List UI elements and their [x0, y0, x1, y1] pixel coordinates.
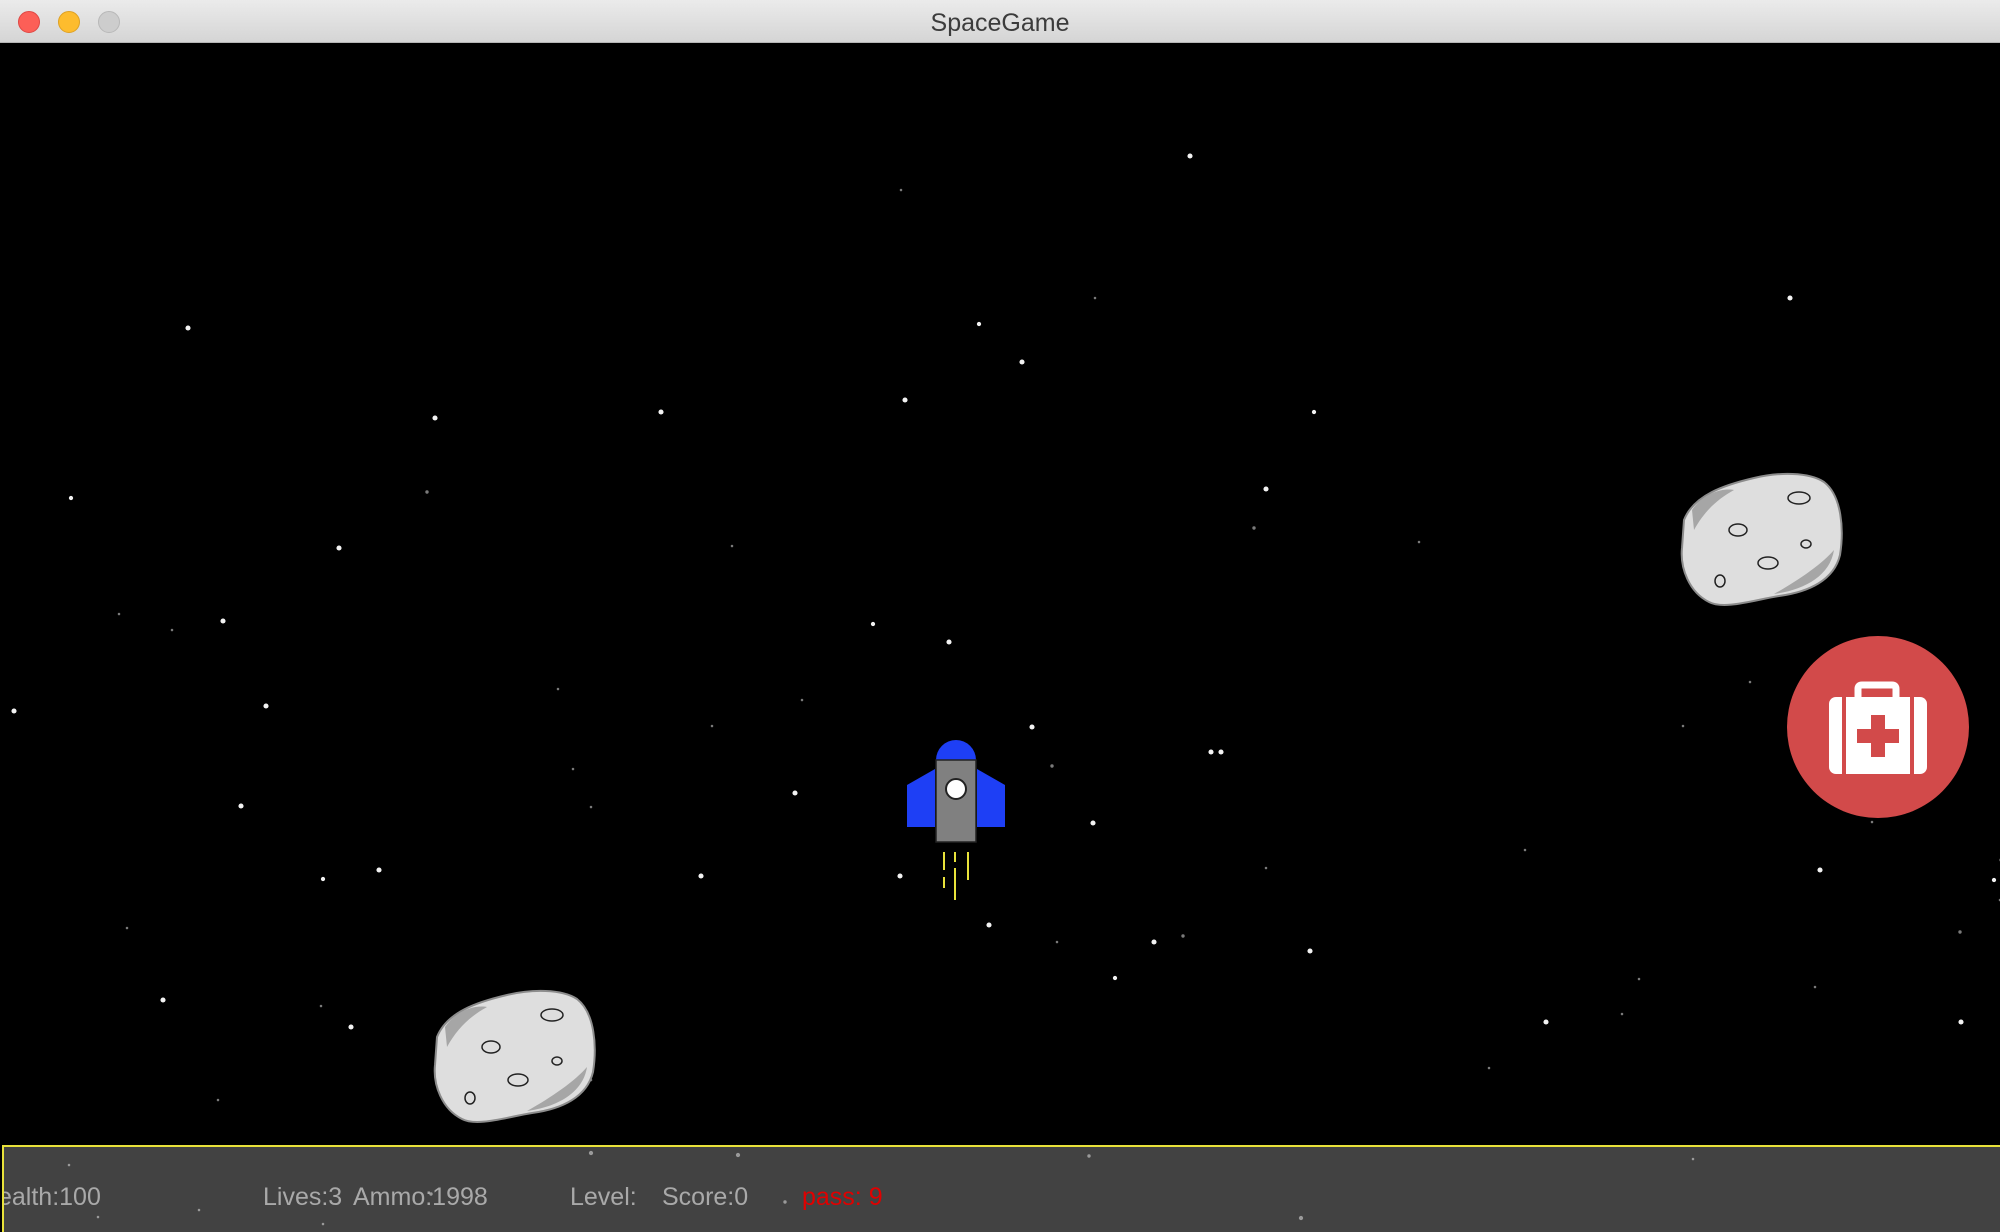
star	[783, 1200, 787, 1204]
rocket-icon	[907, 740, 1005, 900]
star	[1691, 1157, 1695, 1161]
star	[588, 1150, 594, 1156]
health-readout: ealth:100	[2, 1183, 101, 1211]
asteroid	[433, 989, 596, 1123]
star	[197, 1208, 201, 1212]
game-canvas[interactable]	[2, 44, 2000, 1188]
star	[735, 1152, 741, 1158]
pass-readout: pass: 9	[802, 1183, 883, 1211]
window-title: SpaceGame	[930, 9, 1070, 37]
game-objects	[433, 472, 1969, 1123]
medkit-icon	[1787, 636, 1969, 818]
ammo-readout: Ammo:1998	[353, 1183, 488, 1211]
star	[1298, 1215, 1304, 1221]
game-window: SpaceGame ealth:100 Lives:3 Ammo:1998 Le…	[0, 0, 2000, 1232]
star	[1087, 1154, 1091, 1158]
hud-bar: ealth:100 Lives:3 Ammo:1998 Level: Score…	[2, 1145, 2000, 1232]
asteroid	[1680, 472, 1843, 606]
star	[67, 1163, 71, 1167]
star	[321, 1222, 325, 1226]
score-readout: Score:0	[662, 1183, 749, 1211]
title-bar[interactable]: SpaceGame	[0, 0, 2000, 43]
lives-readout: Lives:3	[263, 1183, 343, 1211]
star	[96, 1215, 100, 1219]
level-readout: Level:	[570, 1183, 637, 1211]
